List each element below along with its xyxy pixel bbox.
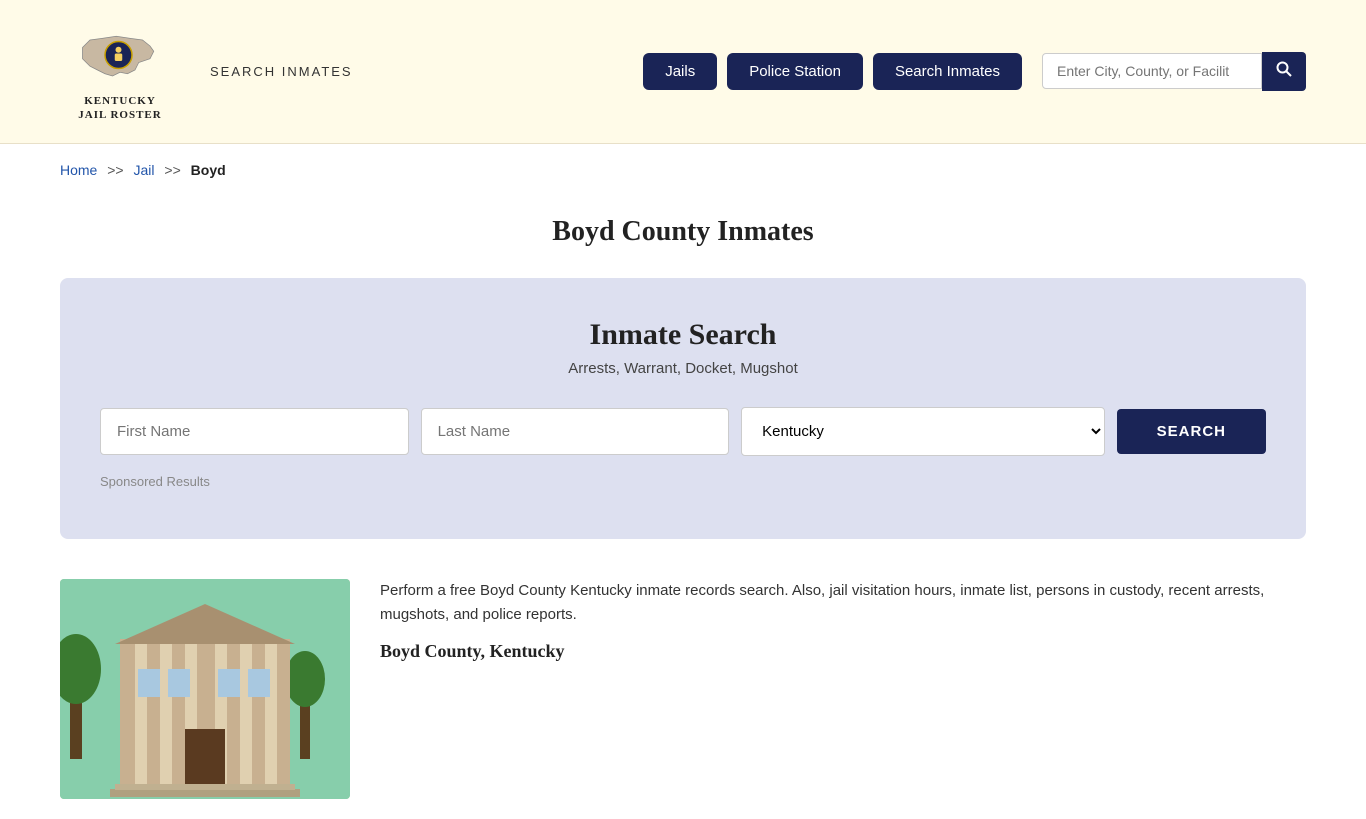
nav-police-station-button[interactable]: Police Station <box>727 53 863 90</box>
breadcrumb-sep2: >> <box>164 162 180 178</box>
breadcrumb: Home >> Jail >> Boyd <box>0 144 1366 196</box>
description-text: Perform a free Boyd County Kentucky inma… <box>380 579 1306 627</box>
nav-jails-button[interactable]: Jails <box>643 53 717 90</box>
logo-area: KENTUCKY JAIL ROSTER <box>60 20 180 123</box>
breadcrumb-home[interactable]: Home <box>60 162 97 178</box>
breadcrumb-current: Boyd <box>191 162 226 178</box>
state-select[interactable]: Alabama Alaska Arizona Arkansas Californ… <box>741 407 1105 456</box>
header: KENTUCKY JAIL ROSTER SEARCH INMATES Jail… <box>0 0 1366 144</box>
header-search-input[interactable] <box>1042 53 1262 89</box>
search-section-subtitle: Arrests, Warrant, Docket, Mugshot <box>100 360 1266 377</box>
sponsored-label: Sponsored Results <box>100 474 1266 489</box>
header-search-button[interactable] <box>1262 52 1306 91</box>
search-icon <box>1276 61 1292 77</box>
breadcrumb-sep1: >> <box>107 162 123 178</box>
logo-icon <box>75 20 165 90</box>
search-button[interactable]: SEARCH <box>1117 409 1266 454</box>
description-area: Perform a free Boyd County Kentucky inma… <box>380 579 1306 662</box>
nav-search-inmates-button[interactable]: Search Inmates <box>873 53 1022 90</box>
search-form: Alabama Alaska Arizona Arkansas Californ… <box>100 407 1266 456</box>
site-title: SEARCH INMATES <box>210 64 353 79</box>
page-title-wrap: Boyd County Inmates <box>0 196 1366 258</box>
header-nav: Jails Police Station Search Inmates <box>643 52 1306 91</box>
search-section-title: Inmate Search <box>100 318 1266 352</box>
first-name-input[interactable] <box>100 408 409 455</box>
page-title: Boyd County Inmates <box>60 216 1306 248</box>
building-svg <box>60 579 350 799</box>
last-name-input[interactable] <box>421 408 730 455</box>
bottom-section: Perform a free Boyd County Kentucky inma… <box>0 559 1366 819</box>
logo-text: KENTUCKY JAIL ROSTER <box>78 94 161 123</box>
header-search-bar <box>1042 52 1306 91</box>
breadcrumb-jail[interactable]: Jail <box>134 162 155 178</box>
building-image <box>60 579 350 799</box>
description-subheading: Boyd County, Kentucky <box>380 641 1306 662</box>
search-section: Inmate Search Arrests, Warrant, Docket, … <box>60 278 1306 539</box>
